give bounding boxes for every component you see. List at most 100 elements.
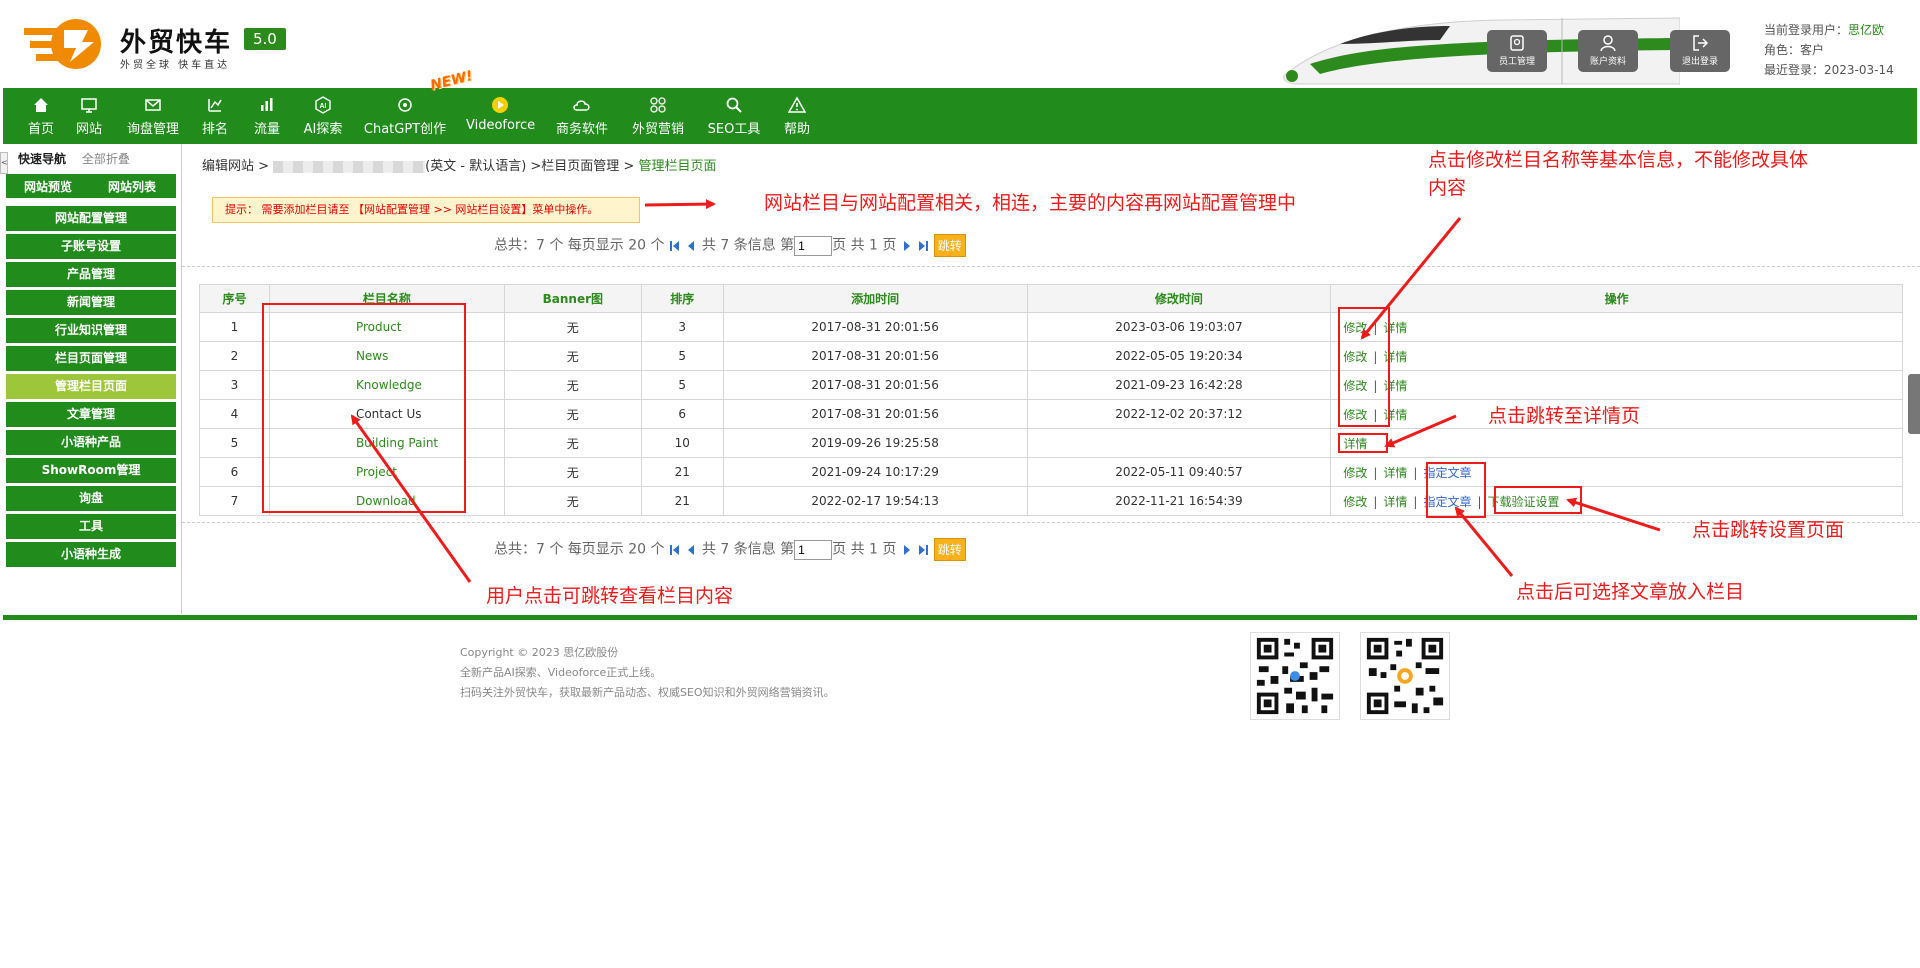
jump-button[interactable]: 跳转 xyxy=(933,538,966,561)
cell-added: 2022-02-17 19:54:13 xyxy=(722,486,1028,516)
nav-item-traffic[interactable]: 流量 xyxy=(251,88,283,144)
nav-item-website[interactable]: 网站 xyxy=(73,88,105,144)
annotation-edit-note-line1: 点击修改栏目名称等基本信息，不能修改具体 xyxy=(1428,149,1809,171)
breadcrumb-current: 管理栏目页面 xyxy=(638,159,717,174)
logout-label: 退出登录 xyxy=(1681,57,1718,67)
sidebar-item-manage-column-pages[interactable]: 管理栏目页面 xyxy=(6,374,176,399)
cell-modified: 2023-03-06 19:03:07 xyxy=(1026,312,1332,342)
next-page-icon[interactable] xyxy=(901,544,913,556)
first-page-icon[interactable] xyxy=(669,240,681,252)
cell-sort: 6 xyxy=(640,399,724,429)
detail-link[interactable]: 详情 xyxy=(1383,466,1407,480)
nav-item-business-software[interactable]: 商务软件 xyxy=(553,88,611,144)
nav-item-seo-tools[interactable]: SEO工具 xyxy=(705,88,763,144)
edit-link[interactable]: 修改 xyxy=(1343,466,1367,480)
cell-sort: 5 xyxy=(640,370,724,400)
blurred-site-name xyxy=(273,160,426,173)
monitor-icon xyxy=(81,98,97,113)
sidebar-item-inquiry[interactable]: 询盘 xyxy=(6,486,176,511)
cell-no: 6 xyxy=(199,457,270,487)
account-info-button[interactable]: 账户资料 xyxy=(1578,30,1638,72)
sidebar-item-news[interactable]: 新闻管理 xyxy=(6,290,176,315)
sidebar-item-sub-account[interactable]: 子账号设置 xyxy=(6,234,176,259)
side-float-handle[interactable] xyxy=(1908,374,1920,434)
pager-info: 共 7 条信息 第 xyxy=(701,237,795,254)
prev-page-icon[interactable] xyxy=(685,240,697,252)
last-page-icon[interactable] xyxy=(917,544,929,556)
last-page-icon[interactable] xyxy=(917,240,929,252)
cell-no: 5 xyxy=(199,428,270,458)
pager-bottom: 总共：7 个 每页显示 20 个 共 7 条信息 第 页 共 1 页 跳转 xyxy=(494,538,966,561)
sidebar-item-products[interactable]: 产品管理 xyxy=(6,262,176,287)
pager-pages: 页 共 1 页 xyxy=(832,541,897,558)
sidebar-item-tools[interactable]: 工具 xyxy=(6,514,176,539)
header-banner: Banner图 xyxy=(503,284,642,313)
cell-added: 2017-08-31 20:01:56 xyxy=(722,341,1028,371)
logo[interactable]: 外贸快车 外贸全球 快车直达 5.0 xyxy=(24,16,324,76)
jump-button[interactable]: 跳转 xyxy=(933,234,966,257)
page-number-input[interactable] xyxy=(794,539,833,560)
nav-item-videoforce[interactable]: Videoforce xyxy=(466,88,535,144)
sidebar-item-industry-knowledge[interactable]: 行业知识管理 xyxy=(6,318,176,343)
sidebar-item-showroom[interactable]: ShowRoom管理 xyxy=(6,458,176,483)
breadcrumb-middle[interactable]: (英文 - 默认语言) >栏目页面管理 > xyxy=(425,159,634,174)
chatgpt-icon xyxy=(398,98,412,112)
edit-link[interactable]: 修改 xyxy=(1343,495,1367,509)
sidebar-item-minor-language-generate[interactable]: 小语种生成 xyxy=(6,542,176,567)
next-page-icon[interactable] xyxy=(901,240,913,252)
site-preview-link[interactable]: 网站预览 xyxy=(24,178,72,195)
logout-button[interactable]: 退出登录 xyxy=(1670,30,1730,72)
page-number-input[interactable] xyxy=(794,235,833,256)
nav-item-ranking[interactable]: 排名 xyxy=(199,88,231,144)
nav-label: 排名 xyxy=(201,122,228,137)
account-icon xyxy=(1600,35,1616,52)
logo-subtitle: 外贸全球 快车直达 xyxy=(120,60,231,71)
nav-label: 帮助 xyxy=(783,122,810,137)
annotation-config-note: 网站栏目与网站配置相关，相连，主要的内容再网站配置管理中 xyxy=(764,192,1297,214)
ai-icon: AI xyxy=(315,96,331,114)
sidebar-item-column-pages[interactable]: 栏目页面管理 xyxy=(6,346,176,371)
main-nav: 首页 网站 询盘管理 排名 流量 AI AI探索 ChatGPT创作 Video… xyxy=(3,88,1917,144)
collapse-all-link[interactable]: 全部折叠 xyxy=(82,152,130,166)
logout-icon xyxy=(1693,35,1709,51)
cell-banner: 无 xyxy=(503,370,642,400)
ranking-icon xyxy=(208,99,222,112)
sidebar: < 快速导航 全部折叠 网站预览 网站列表 网站配置管理 子账号设置 产品管理 … xyxy=(0,144,182,614)
annotation-detail-note: 点击跳转至详情页 xyxy=(1488,405,1641,427)
nav-item-ai-explore[interactable]: AI AI探索 xyxy=(301,88,345,144)
first-page-icon[interactable] xyxy=(669,544,681,556)
breadcrumb-edit-site[interactable]: 编辑网站 > xyxy=(202,159,269,174)
sidebar-item-site-config[interactable]: 网站配置管理 xyxy=(6,206,176,231)
site-list-link[interactable]: 网站列表 xyxy=(108,178,156,195)
user-role: 角色：客户 xyxy=(1764,43,1825,57)
sidebar-toggle-handle[interactable]: < xyxy=(0,152,8,174)
sidebar-item-articles[interactable]: 文章管理 xyxy=(6,402,176,427)
nav-label: AI探索 xyxy=(303,122,343,137)
cell-banner: 无 xyxy=(503,312,642,342)
cell-sort: 21 xyxy=(640,486,724,516)
nav-item-chatgpt[interactable]: ChatGPT创作 xyxy=(363,88,447,144)
nav-label: ChatGPT创作 xyxy=(363,122,447,137)
detail-link[interactable]: 详情 xyxy=(1383,495,1407,509)
nav-label: 外贸营销 xyxy=(631,122,684,137)
home-icon xyxy=(34,98,48,112)
nav-item-marketing[interactable]: 外贸营销 xyxy=(629,88,687,144)
sidebar-item-minor-language-products[interactable]: 小语种产品 xyxy=(6,430,176,455)
nav-item-home[interactable]: 首页 xyxy=(25,88,57,144)
nav-item-inquiry[interactable]: 询盘管理 xyxy=(123,88,183,144)
cell-added: 2019-09-26 19:25:58 xyxy=(722,428,1028,458)
nav-item-help[interactable]: 帮助 xyxy=(781,88,813,144)
cell-ops: 修改 | 详情 xyxy=(1330,370,1903,400)
cell-modified xyxy=(1026,428,1332,458)
nav-label: 询盘管理 xyxy=(126,122,179,137)
header-added: 添加时间 xyxy=(722,284,1028,313)
prev-page-icon[interactable] xyxy=(685,544,697,556)
staff-management-button[interactable]: 员工管理 xyxy=(1487,30,1547,72)
qr-code-image xyxy=(1360,632,1450,720)
mail-icon xyxy=(145,99,161,111)
account-info-label: 账户资料 xyxy=(1589,57,1626,67)
nav-label: 商务软件 xyxy=(555,122,608,137)
cell-sort: 21 xyxy=(640,457,724,487)
quick-nav: 快速导航 全部折叠 xyxy=(18,150,130,167)
cell-sort: 10 xyxy=(640,428,724,458)
